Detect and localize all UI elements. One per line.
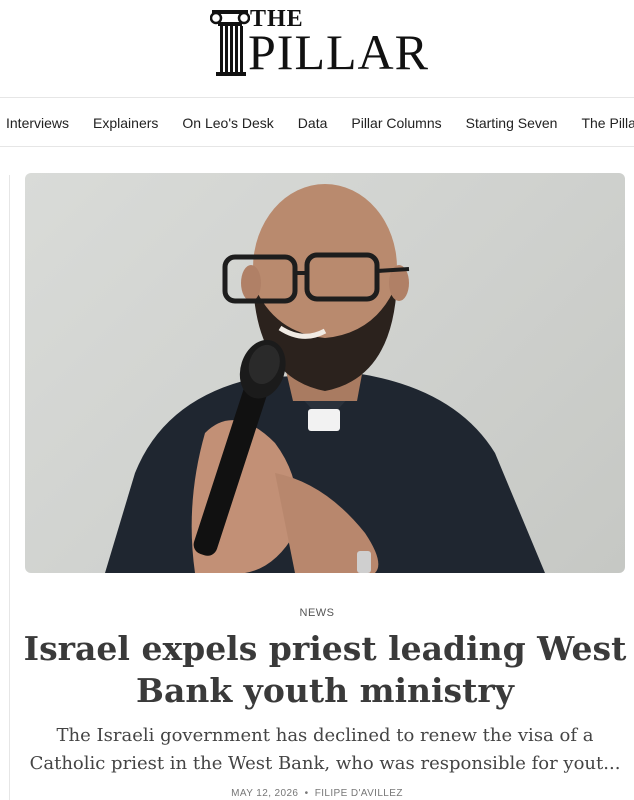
nav-item-data[interactable]: Data [286,115,340,131]
nav-item-on-leos-desk[interactable]: On Leo's Desk [170,115,285,131]
logo-pillar-text: PILLAR [248,24,429,80]
left-divider [9,175,10,800]
nav-item-starting-seven[interactable]: Starting Seven [454,115,570,131]
priest-photo-illustration [105,184,545,573]
site-logo[interactable]: THE PILLAR [210,2,450,82]
article-date: May 12, 2026 [231,788,299,799]
article-hero-image[interactable] [25,173,625,573]
article-dek: The Israeli government has declined to r… [29,725,621,774]
main-nav: Interviews Explainers On Leo's Desk Data… [0,99,634,147]
nav-item-pillar-columns[interactable]: Pillar Columns [339,115,453,131]
masthead: THE PILLAR [0,0,634,98]
article-author[interactable]: Filipe d'Avillez [315,788,403,799]
nav-item-the-pillar-podcast[interactable]: The Pillar Po [569,115,634,131]
article-byline: May 12, 2026 • Filipe d'Avillez [0,788,634,799]
pillar-logo-icon [210,10,250,76]
nav-item-explainers[interactable]: Explainers [81,115,170,131]
nav-item-interviews[interactable]: Interviews [0,115,81,131]
byline-separator: • [304,788,309,799]
article-category[interactable]: News [0,607,634,619]
article-headline[interactable]: Israel expels priest leading West Bank y… [20,628,630,712]
